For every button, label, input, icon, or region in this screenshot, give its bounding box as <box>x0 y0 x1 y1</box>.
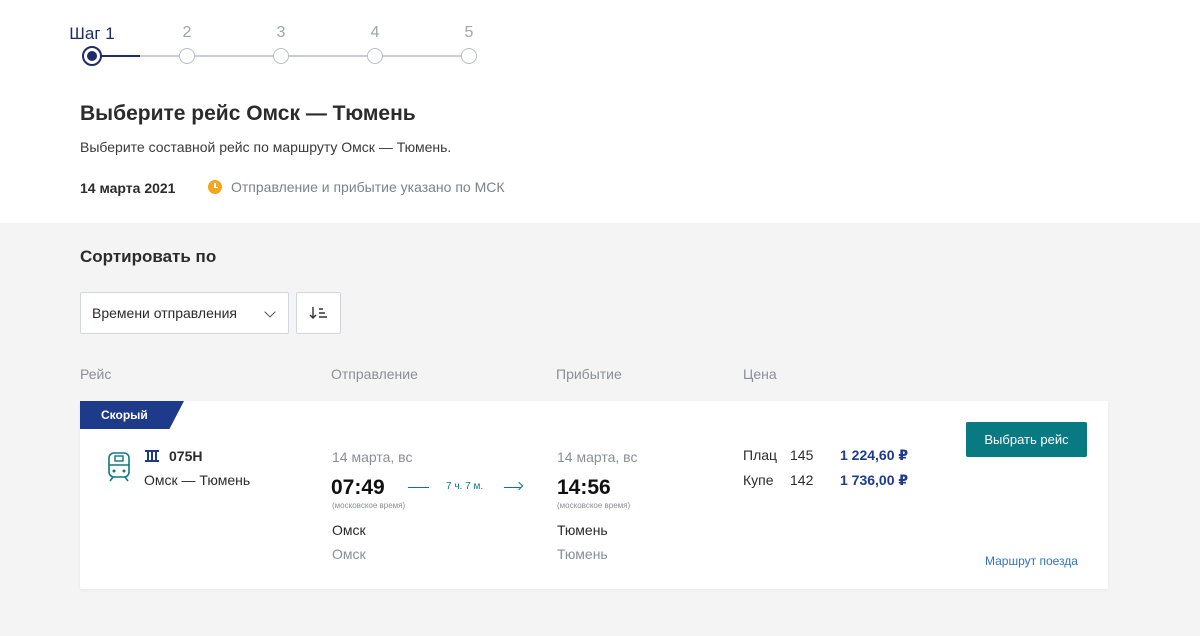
step-4-dot <box>367 48 383 64</box>
departure-city: Омск <box>332 522 366 538</box>
fare-row[interactable]: Плац 145 1 224,60 ₽ <box>743 447 923 465</box>
arrival-date: 14 марта, вс <box>557 449 638 465</box>
step-5-label: 5 <box>464 24 474 41</box>
chevron-down-icon <box>264 306 276 318</box>
sort-direction-icon <box>309 307 327 319</box>
page-subtitle: Выберите составной рейс по маршруту Омск… <box>80 139 452 155</box>
train-number-text: 075Н <box>169 448 203 464</box>
sort-by-select[interactable]: Времени отправления <box>80 292 289 334</box>
page-title: Выберите рейс Омск — Тюмень <box>80 102 416 125</box>
arrival-timezone: (московское время) <box>557 501 631 510</box>
fare-price: 1 736,00 ₽ <box>840 472 909 488</box>
train-type-badge: Скорый <box>80 401 184 429</box>
timezone-note-text: Отправление и прибытие указано по МСК <box>231 179 505 195</box>
sort-title: Сортировать по <box>80 247 217 266</box>
select-trip-button[interactable]: Выбрать рейс <box>966 422 1087 457</box>
step-2-label: 2 <box>182 24 192 41</box>
arrival-city: Тюмень <box>557 522 608 538</box>
fare-class: Купе <box>743 472 774 488</box>
duration-text: 7 ч. 7 м. <box>446 481 484 492</box>
train-route-link[interactable]: Маршрут поезда <box>985 554 1078 568</box>
step-3-dot <box>273 48 289 64</box>
step-5-dot <box>461 48 477 64</box>
departure-station: Омск <box>332 546 366 562</box>
fare-seats: 145 <box>790 447 814 463</box>
sort-by-value: Времени отправления <box>92 305 238 321</box>
column-header-price: Цена <box>743 366 777 382</box>
trip-duration: 7 ч. 7 м. <box>408 481 524 495</box>
step-1-dot <box>82 46 102 66</box>
column-header-arrival: Прибытие <box>556 366 622 382</box>
column-header-departure: Отправление <box>331 366 418 382</box>
arrival-time: 14:56 <box>557 476 611 499</box>
departure-timezone: (московское время) <box>332 501 406 510</box>
rail-icon <box>145 450 159 462</box>
train-number: 075Н <box>144 448 202 464</box>
step-2-dot <box>179 48 195 64</box>
step-4-label: 4 <box>370 24 380 41</box>
sort-order-button[interactable] <box>296 292 341 334</box>
arrival-station: Тюмень <box>557 546 608 562</box>
arrow-right-icon <box>514 481 524 491</box>
timezone-note: Отправление и прибытие указано по МСК <box>208 179 505 195</box>
step-1-label: Шаг 1 <box>69 24 115 43</box>
fare-seats: 142 <box>790 472 814 488</box>
clock-icon <box>208 180 222 194</box>
column-header-trip: Рейс <box>80 366 112 382</box>
train-icon <box>108 452 130 482</box>
step-3-label: 3 <box>276 24 286 41</box>
trip-date: 14 марта 2021 <box>80 180 176 196</box>
fare-row[interactable]: Купе 142 1 736,00 ₽ <box>743 472 923 490</box>
duration-line-left <box>408 487 429 488</box>
fare-price: 1 224,60 ₽ <box>840 447 909 463</box>
departure-time: 07:49 <box>331 476 385 499</box>
train-route: Омск — Тюмень <box>144 472 251 488</box>
departure-date: 14 марта, вс <box>332 449 413 465</box>
fare-class: Плац <box>743 447 778 463</box>
trip-card: Скорый 075Н Омск — Тюмень 14 марта, вс 0… <box>80 401 1108 589</box>
progress-stepper: Шаг 1 2 3 4 5 <box>69 24 480 68</box>
